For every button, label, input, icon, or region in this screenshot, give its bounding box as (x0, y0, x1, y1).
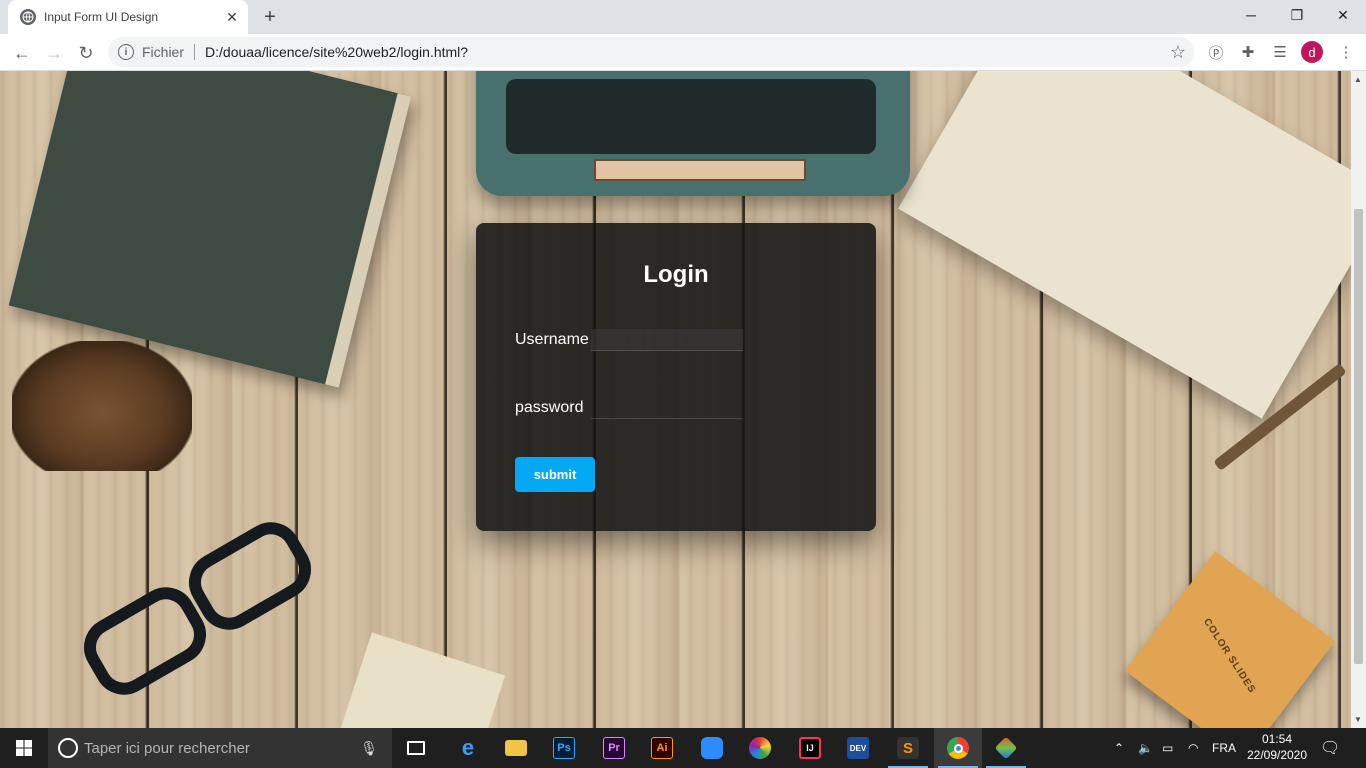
url-separator (194, 44, 196, 60)
color-app-icon[interactable] (736, 728, 784, 768)
clock-time: 01:54 (1261, 732, 1293, 746)
reload-icon[interactable]: ↻ (72, 39, 100, 67)
username-label: Username (515, 331, 589, 348)
media-queue-icon[interactable]: ☰ (1270, 42, 1290, 62)
notifications-icon[interactable]: 🗨 (1320, 738, 1340, 758)
edge-icon[interactable]: e (444, 728, 492, 768)
password-input[interactable] (591, 397, 743, 419)
microphone-icon[interactable]: 🎙 (360, 740, 378, 757)
scroll-down-arrow-icon[interactable]: ▼ (1354, 715, 1362, 724)
typewriter-spacebar (594, 159, 806, 181)
typewriter-decoration (476, 71, 910, 196)
color-slides-text: COLOR SLIDES (1201, 616, 1259, 696)
browser-tab[interactable]: Input Form UI Design ✕ (8, 0, 248, 34)
back-arrow-icon[interactable]: ← (8, 39, 36, 67)
pinterest-icon[interactable]: ⓟ (1206, 42, 1226, 62)
address-bar[interactable]: i Fichier D:/douaa/licence/site%20web2/l… (108, 37, 1194, 67)
login-title: Login (643, 261, 709, 288)
photoshop-icon[interactable]: Ps (540, 728, 588, 768)
windows-taskbar: Taper ici pour rechercher 🎙 e Ps Pr Ai I… (0, 728, 1366, 768)
pinecone-decoration (12, 341, 192, 471)
dev-cpp-icon[interactable]: DEV (834, 728, 882, 768)
zoom-icon[interactable] (688, 728, 736, 768)
forward-arrow-icon[interactable]: → (40, 39, 68, 67)
menu-kebab-icon[interactable]: ⋮ (1336, 42, 1356, 62)
git-icon[interactable] (982, 728, 1030, 768)
premiere-icon[interactable]: Pr (590, 728, 638, 768)
extensions-puzzle-icon[interactable]: ✚ (1238, 42, 1258, 62)
taskbar-search-placeholder[interactable]: Taper ici pour rechercher (84, 740, 360, 757)
tray-chevron-icon[interactable]: ⌃ (1114, 728, 1124, 768)
volume-icon[interactable]: 🔈 (1138, 728, 1153, 768)
typewriter-keys (506, 79, 876, 154)
bookmark-star-icon[interactable]: ☆ (1170, 42, 1186, 63)
wifi-icon[interactable]: ◠ (1188, 728, 1198, 768)
taskbar-search[interactable]: Taper ici pour rechercher 🎙 (48, 728, 392, 768)
restore-icon[interactable]: ❐ (1274, 0, 1320, 30)
submit-button[interactable]: submit (515, 457, 595, 492)
scroll-up-arrow-icon[interactable]: ▲ (1354, 75, 1362, 84)
profile-avatar[interactable]: d (1301, 41, 1323, 63)
illustrator-icon[interactable]: Ai (638, 728, 686, 768)
password-label: password (515, 399, 584, 416)
file-explorer-icon[interactable] (492, 728, 540, 768)
scrollbar-thumb[interactable] (1354, 209, 1363, 664)
sublime-text-icon[interactable]: S (884, 728, 932, 768)
language-indicator[interactable]: FRA (1212, 728, 1236, 768)
browser-tab-strip: Input Form UI Design ✕ + ─ ❐ ✕ (0, 0, 1366, 34)
page-viewport: COLOR SLIDES Login Username password sub… (0, 71, 1366, 728)
new-tab-button[interactable]: + (258, 5, 282, 29)
windows-start-icon[interactable] (0, 728, 48, 768)
minimize-icon[interactable]: ─ (1228, 0, 1274, 30)
intellij-icon[interactable]: IJ (786, 728, 834, 768)
tab-close-icon[interactable]: ✕ (222, 7, 242, 27)
url-text[interactable]: D:/douaa/licence/site%20web2/login.html? (205, 44, 468, 60)
username-input[interactable] (591, 329, 743, 351)
info-icon[interactable]: i (118, 44, 134, 60)
close-window-icon[interactable]: ✕ (1320, 0, 1366, 30)
taskbar-clock[interactable]: 01:54 22/09/2020 (1240, 731, 1314, 763)
chrome-icon[interactable] (934, 728, 982, 768)
task-view-icon[interactable] (392, 728, 440, 768)
login-form: Login Username password submit (476, 223, 876, 531)
cortana-icon[interactable] (58, 738, 78, 758)
globe-icon (20, 9, 36, 25)
battery-icon[interactable]: ▭ (1162, 728, 1173, 768)
url-scheme-label: Fichier (142, 44, 185, 60)
clock-date: 22/09/2020 (1246, 748, 1308, 762)
page-scrollbar[interactable]: ▲ ▼ (1351, 71, 1366, 728)
tab-title: Input Form UI Design (44, 10, 159, 24)
browser-toolbar: ← → ↻ i Fichier D:/douaa/licence/site%20… (0, 34, 1366, 71)
